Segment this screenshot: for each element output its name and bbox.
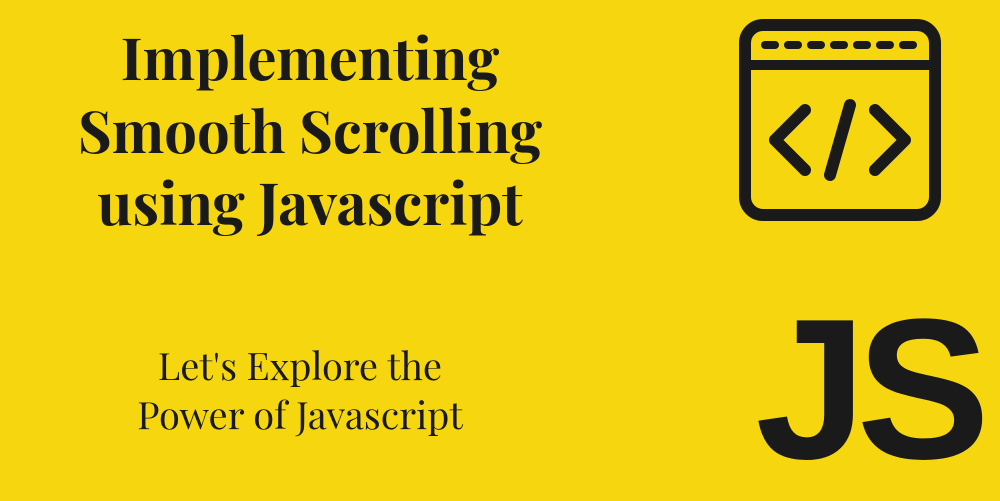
subtitle-line-2: Power of Javascript — [60, 389, 540, 438]
title-line-1: Implementing — [10, 20, 610, 93]
subtitle-line-1: Let's Explore the — [60, 340, 540, 389]
main-title: Implementing Smooth Scrolling using Java… — [10, 20, 610, 238]
js-logo: JS — [755, 290, 980, 490]
subtitle: Let's Explore the Power of Javascript — [60, 340, 540, 439]
title-line-2: Smooth Scrolling — [10, 93, 610, 166]
code-window-icon — [730, 10, 950, 235]
title-line-3: using Javascript — [10, 165, 610, 238]
